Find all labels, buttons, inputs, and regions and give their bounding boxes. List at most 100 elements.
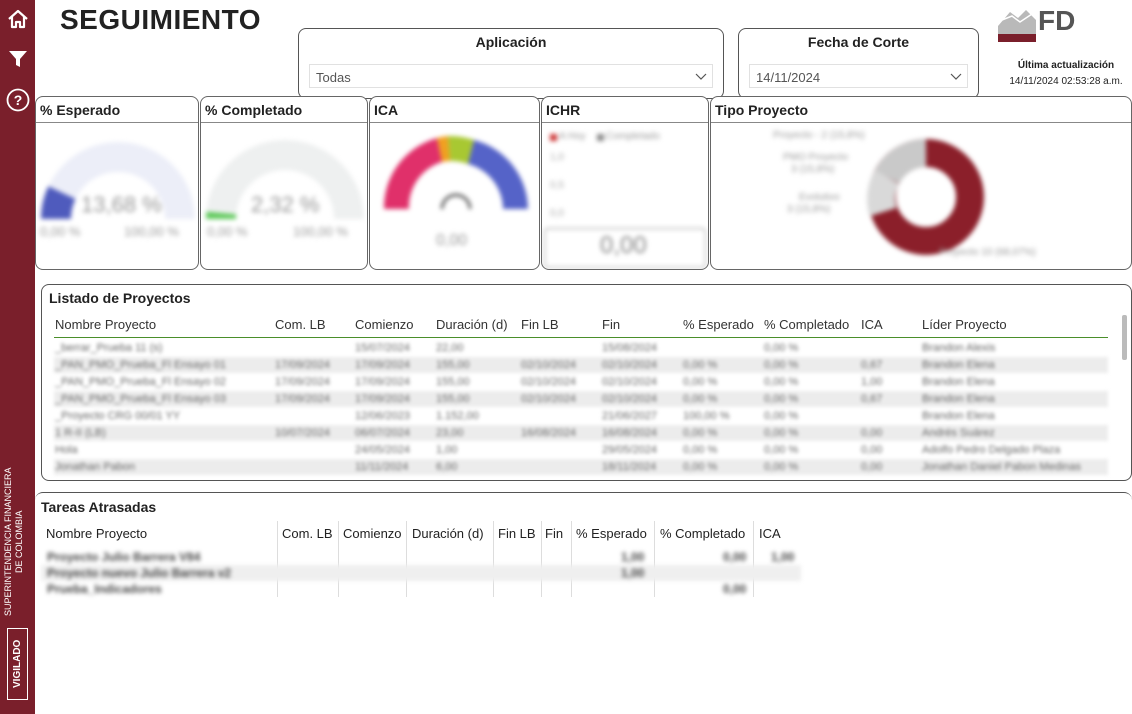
table-cell: 1,00	[436, 444, 458, 456]
table-cell: 0,00 %	[764, 393, 799, 405]
table-row[interactable]: _PAN_PMO_Prueba_Fl Ensayo 01 17/09/2024 17…	[54, 357, 1108, 373]
tipo-proyecto-donut: Proyecto - 2 (15,8%) PMO Proyecto 3 (15,…	[711, 124, 1131, 269]
home-icon[interactable]	[5, 6, 30, 31]
table-cell: 0,00 %	[764, 410, 799, 422]
aplicacion-dropdown[interactable]: Todas	[309, 64, 713, 88]
t-col-comienzo[interactable]: Comienzo	[343, 526, 402, 541]
table-row[interactable]: _Proyecto CRG 00/01 YY 12/06/2023 1.152,00…	[54, 408, 1108, 424]
table-cell: _PAN_PMO_Prueba_Fl Ensayo 01	[55, 359, 226, 371]
table-cell: 0,00	[723, 550, 747, 564]
last-update-value: 14/11/2024 02:53:28 a.m.	[1009, 76, 1123, 87]
fecha-corte-slicer: Fecha de Corte 14/11/2024	[738, 28, 979, 99]
col-fin[interactable]: Fin	[602, 317, 620, 332]
col-duracion[interactable]: Duración (d)	[436, 317, 508, 332]
col-esperado[interactable]: % Esperado	[683, 317, 754, 332]
table-cell: 15/08/2024	[602, 342, 658, 354]
tipo-label-5: 3 (15,8%)	[787, 204, 831, 215]
table-cell: 0,00 %	[683, 427, 718, 439]
completado-min: 0,00 %	[207, 224, 248, 239]
legend-swatch-completado	[597, 134, 604, 141]
table-cell: 1,00	[861, 376, 883, 388]
table-cell: 0,00 %	[683, 393, 718, 405]
fecha-corte-dropdown[interactable]: 14/11/2024	[749, 64, 968, 88]
table-cell: Jonathan Daniel Pabon Medinas	[922, 461, 1082, 473]
table-row[interactable]: _PAN_PMO_Prueba_Fl Ensayo 03 17/09/2024 17…	[54, 391, 1108, 407]
t-col-fin-lb[interactable]: Fin LB	[498, 526, 536, 541]
table-cell: 17/09/2024	[355, 393, 411, 405]
t-col-nombre[interactable]: Nombre Proyecto	[46, 526, 147, 541]
esperado-gauge: 13,68 % 0,00 % 100,00 %	[36, 124, 198, 269]
ichr-card: ICHR A Hoy Completado 1,0 0,5 0,0 0,00	[541, 96, 709, 270]
table-cell: 17/09/2024	[355, 376, 411, 388]
listado-rows: _berrar_Prueba 11 (s) 15/07/2024 22,00 15/0…	[54, 340, 1108, 475]
ichr-tick-1: 1,0	[550, 152, 564, 163]
tipo-label-2: PMO Proyecto	[783, 152, 849, 163]
table-cell: 22,00	[436, 342, 464, 354]
table-cell: Proyecto nuevo Julio Barrera v2	[47, 566, 232, 580]
list-item[interactable]: Proyecto nuevo Julio Barrera v2 1,00	[41, 565, 801, 581]
tareas-rows: Proyecto Julio Barrera V84 1,00 0,00 1,00 Pr…	[41, 549, 801, 597]
table-cell: _berrar_Prueba 11 (s)	[55, 342, 163, 354]
page-title: SEGUIMIENTO	[60, 4, 262, 35]
org-line-2: DE COLOMBIA	[14, 510, 24, 574]
ichr-title: ICHR	[542, 97, 708, 123]
help-icon[interactable]: ?	[5, 87, 30, 112]
col-ica[interactable]: ICA	[861, 317, 883, 332]
table-cell: 0,00 %	[683, 376, 718, 388]
listado-title: Listado de Proyectos	[49, 290, 191, 306]
tipo-label-3: 3 (15,8%)	[791, 164, 835, 175]
table-row[interactable]: _PAN_PMO_Prueba_Fl Ensayo 02 17/09/2024 17…	[54, 374, 1108, 390]
fecha-corte-label: Fecha de Corte	[807, 34, 910, 50]
col-fin-lb[interactable]: Fin LB	[521, 317, 559, 332]
table-cell: 10/07/2024	[275, 427, 331, 439]
table-cell: 18/11/2024	[602, 461, 657, 473]
completado-gauge: 2,32 % 0,00 % 100,00 %	[201, 124, 367, 269]
table-row[interactable]: Hola 24/05/2024 1,00 29/05/2024 0,00 % 0,00 %…	[54, 442, 1108, 458]
col-completado[interactable]: % Completado	[764, 317, 849, 332]
scrollbar[interactable]	[1122, 315, 1127, 360]
table-cell: Andrés Suárez	[922, 427, 995, 439]
t-col-fin[interactable]: Fin	[545, 526, 563, 541]
table-cell: 02/10/2024	[521, 359, 577, 371]
t-col-esperado[interactable]: % Esperado	[576, 526, 647, 541]
col-nombre[interactable]: Nombre Proyecto	[55, 317, 156, 332]
table-cell: 21/06/2027	[602, 410, 658, 422]
legend-swatch-hoy	[550, 134, 557, 141]
col-lider[interactable]: Líder Proyecto	[922, 317, 1007, 332]
table-cell: 02/10/2024	[602, 393, 658, 405]
table-cell: 17/09/2024	[275, 359, 331, 371]
tipo-proyecto-title: Tipo Proyecto	[711, 97, 1131, 123]
table-cell: Brandon Elena	[922, 393, 995, 405]
table-cell: 0,67	[861, 359, 883, 371]
table-cell: 6,00	[436, 461, 458, 473]
header-divider	[54, 337, 1108, 338]
table-row[interactable]: _berrar_Prueba 11 (s) 15/07/2024 22,00 15/0…	[54, 340, 1108, 356]
table-row[interactable]: 1 R-II (LB) 10/07/2024 06/07/2024 23,00 16/0…	[54, 425, 1108, 441]
legend-completado: Completado	[606, 131, 660, 142]
table-cell: 0,00 %	[764, 359, 799, 371]
t-col-completado[interactable]: % Completado	[660, 526, 745, 541]
ica-card: ICA 0,00	[369, 96, 540, 270]
t-col-ica[interactable]: ICA	[759, 526, 781, 541]
table-cell: 1 R-II (LB)	[55, 427, 106, 439]
completado-title: % Completado	[201, 97, 367, 123]
list-item[interactable]: Proyecto Julio Barrera V84 1,00 0,00 1,00	[41, 549, 801, 565]
list-item[interactable]: Prueba_Indicadores 0,00	[41, 581, 801, 597]
aplicacion-label: Aplicación	[475, 34, 547, 50]
table-cell: 17/09/2024	[275, 393, 331, 405]
ica-value: 0,00	[436, 232, 468, 249]
tipo-label-4: Evolutivo	[799, 192, 840, 203]
table-cell: 155,00	[436, 376, 470, 388]
col-com-lb[interactable]: Com. LB	[275, 317, 326, 332]
table-cell: 06/07/2024	[355, 427, 411, 439]
t-col-com-lb[interactable]: Com. LB	[282, 526, 333, 541]
table-cell: 0,00 %	[764, 342, 799, 354]
t-col-duracion[interactable]: Duración (d)	[412, 526, 484, 541]
table-cell: 0,00 %	[683, 359, 718, 371]
table-row[interactable]: Jonathan Pabon 11/11/2024 6,00 18/11/2024 0,…	[54, 459, 1108, 475]
col-comienzo[interactable]: Comienzo	[355, 317, 414, 332]
fecha-corte-value: 14/11/2024	[756, 70, 821, 85]
filter-icon[interactable]	[5, 46, 30, 71]
table-cell: Jonathan Pabon	[55, 461, 136, 473]
table-cell: Brandon Elena	[922, 359, 995, 371]
